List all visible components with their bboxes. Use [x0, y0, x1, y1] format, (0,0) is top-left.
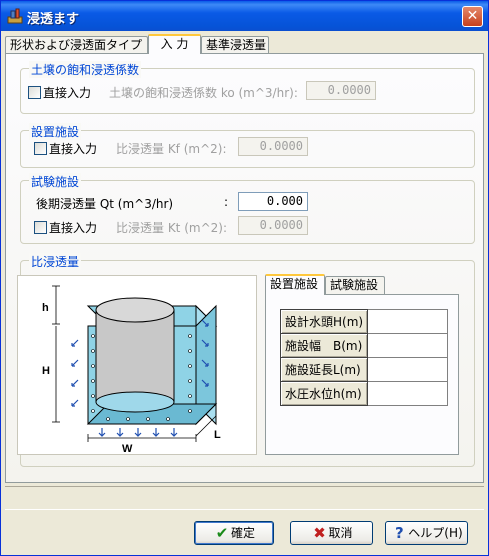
- row-header: 水圧水位h(m): [279, 381, 369, 406]
- tab-input[interactable]: 入 力: [148, 34, 201, 54]
- status-area: [5, 486, 484, 510]
- test-specific-field[interactable]: 0.0000: [238, 216, 308, 235]
- facility-direct-input-checkbox[interactable]: 直接入力: [34, 140, 97, 157]
- close-button[interactable]: ✕: [462, 6, 483, 27]
- facility-specific-field[interactable]: 0.0000: [238, 137, 308, 156]
- diagram-label-W: W: [122, 443, 133, 454]
- help-label: ヘルプ(H): [408, 526, 463, 540]
- soil-direct-input-checkbox[interactable]: 直接入力: [28, 84, 91, 101]
- specific-group-title: 比浸透量: [29, 253, 82, 270]
- cross-icon: ✖: [313, 524, 326, 542]
- facility-checkbox-label: 直接入力: [49, 142, 98, 156]
- app-icon: [7, 8, 23, 24]
- facility-parameter-panel: 設計水頭H(m) 施設幅 B(m) 施設延長L(m) 水圧水位h(m): [265, 294, 459, 455]
- tab-shape[interactable]: 形状および浸透面タイプ: [5, 36, 148, 53]
- later-infiltration-field[interactable]: 0.000: [238, 192, 308, 211]
- ok-label: 確定: [230, 526, 255, 540]
- checkbox-box[interactable]: [34, 221, 47, 234]
- test-specific-label: 比浸透量 Kt (m^2):: [116, 221, 227, 235]
- test-checkbox-label: 直接入力: [49, 221, 98, 235]
- table-row: 施設延長L(m): [279, 357, 449, 382]
- subtab-installed-label: 設置施設: [270, 277, 319, 291]
- dialog-window: 浸透ます ✕ 形状および浸透面タイプ 入 力 基準浸透量 土壌の飽和浸透係数 直…: [0, 0, 489, 556]
- tab-standard-label: 基準浸透量: [206, 38, 267, 52]
- table-cell[interactable]: [367, 309, 449, 334]
- diagram-label-h: h: [42, 302, 49, 314]
- subtab-installed-facility[interactable]: 設置施設: [265, 274, 325, 295]
- table-row: 水圧水位h(m): [279, 381, 449, 406]
- row-header: 施設延長L(m): [279, 357, 369, 382]
- table-cell[interactable]: [367, 333, 449, 358]
- infiltration-box-diagram: h H W L: [17, 275, 257, 455]
- facility-group-title: 設置施設: [29, 123, 82, 140]
- tab-shape-label: 形状および浸透面タイプ: [10, 38, 143, 52]
- close-icon: ✕: [466, 8, 479, 24]
- soil-checkbox-label: 直接入力: [43, 86, 92, 100]
- facility-specific-label: 比浸透量 Kf (m^2):: [116, 142, 227, 156]
- help-button[interactable]: ? ヘルプ(H): [385, 521, 468, 545]
- table-cell[interactable]: [367, 357, 449, 382]
- soil-coefficient-label: 土壌の飽和浸透係数 ko (m^3/hr):: [109, 86, 298, 100]
- later-infiltration-label: 後期浸透量 Qt (m^3/hr): [36, 197, 174, 211]
- window-title: 浸透ます: [27, 12, 80, 27]
- soil-group-title: 土壌の飽和浸透係数: [29, 61, 142, 78]
- subtab-test-facility[interactable]: 試験施設: [325, 276, 385, 294]
- test-group-title: 試験施設: [29, 173, 82, 190]
- diagram-label-L: L: [214, 429, 221, 441]
- table-row: 設計水頭H(m): [279, 309, 449, 334]
- box-diagram-svg: h H W L: [42, 285, 221, 455]
- checkbox-box[interactable]: [28, 86, 41, 99]
- soil-coefficient-field[interactable]: 0.0000: [306, 81, 376, 100]
- tab-standard-infiltration[interactable]: 基準浸透量: [201, 36, 269, 53]
- checkmark-icon: ✔: [215, 524, 229, 542]
- checkbox-box[interactable]: [34, 142, 47, 155]
- cancel-button[interactable]: ✖ 取消: [290, 521, 373, 545]
- table-cell[interactable]: [367, 381, 449, 406]
- cancel-label: 取消: [328, 526, 353, 540]
- tab-input-label: 入 力: [160, 37, 189, 51]
- title-bar[interactable]: 浸透ます ✕: [1, 1, 488, 31]
- ok-button[interactable]: ✔ 確定: [194, 521, 274, 545]
- later-infiltration-colon: :: [224, 195, 229, 209]
- test-direct-input-checkbox[interactable]: 直接入力: [34, 219, 97, 236]
- subtab-test-label: 試験施設: [330, 278, 379, 292]
- diagram-label-H: H: [42, 365, 50, 377]
- row-header: 施設幅 B(m): [279, 333, 369, 358]
- table-row: 施設幅 B(m): [279, 333, 449, 358]
- question-icon: ?: [394, 524, 404, 542]
- facility-parameter-table: 設計水頭H(m) 施設幅 B(m) 施設延長L(m) 水圧水位h(m): [279, 309, 449, 406]
- row-header: 設計水頭H(m): [279, 309, 369, 334]
